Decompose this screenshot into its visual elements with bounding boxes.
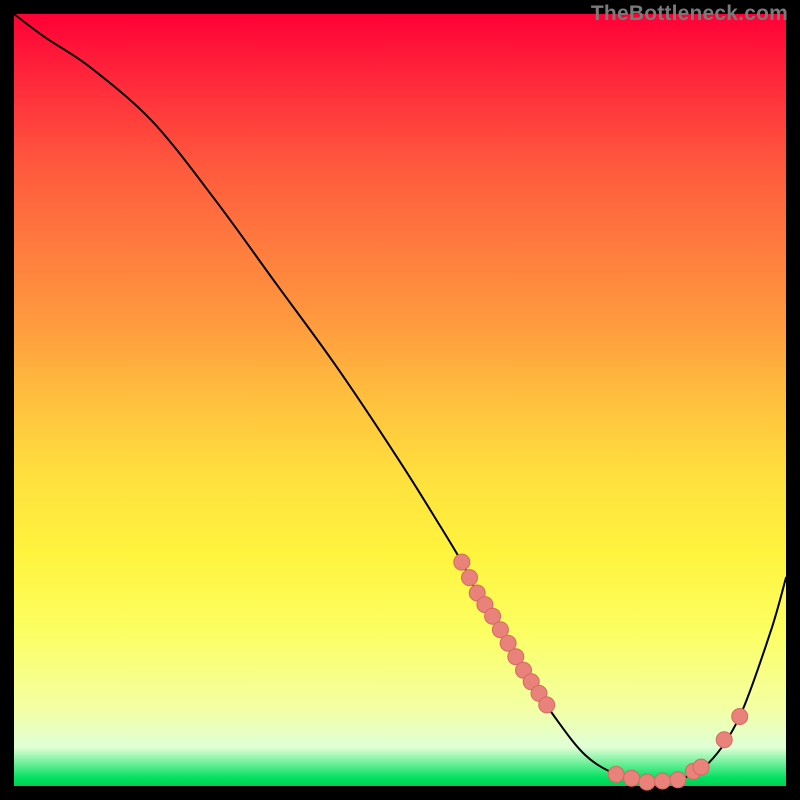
curve-dots-group [454,554,748,790]
curve-dot [639,774,655,790]
curve-dot [539,697,555,713]
curve-dot [670,772,686,788]
curve-dot [462,570,478,586]
chart-root: TheBottleneck.com [0,0,800,800]
curve-dot [608,766,624,782]
curve-dot [655,773,671,789]
curve-dot [732,709,748,725]
bottleneck-curve [14,14,786,783]
curve-layer [14,14,786,786]
curve-dot [454,554,470,570]
attribution-text: TheBottleneck.com [591,2,788,26]
curve-dot [693,759,709,775]
curve-dot [716,732,732,748]
curve-dot [624,770,640,786]
